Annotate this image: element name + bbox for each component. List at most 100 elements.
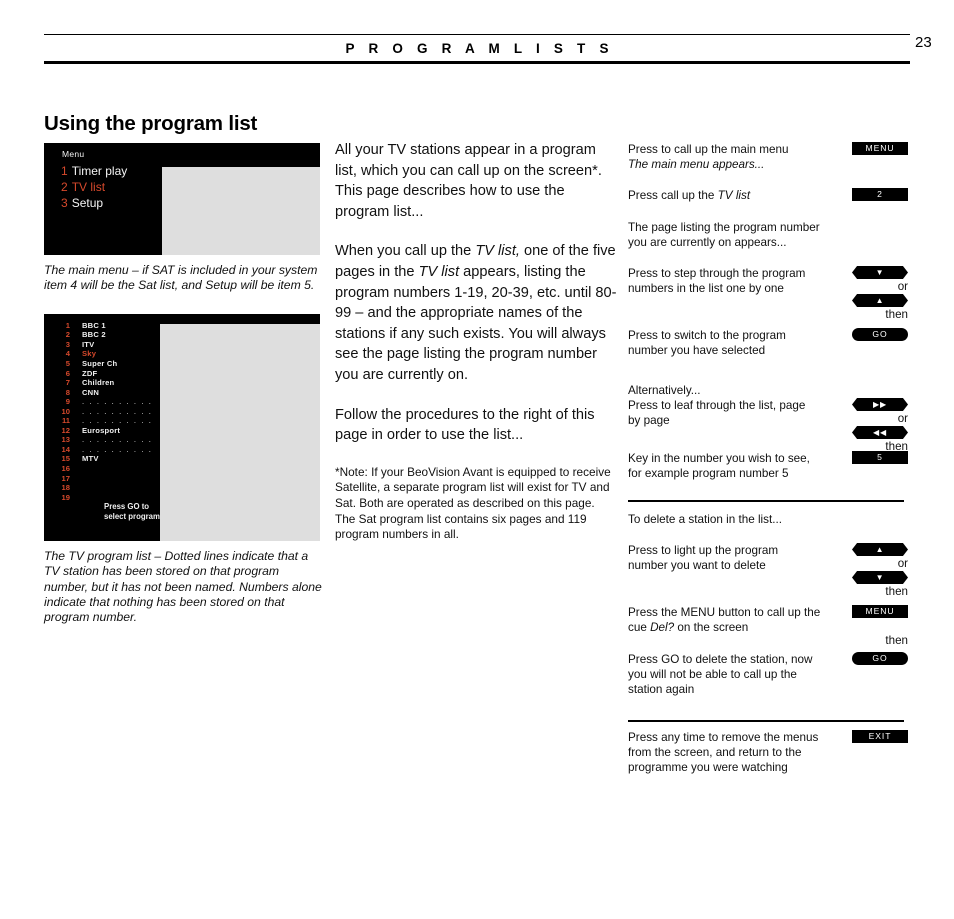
program-name: MTV bbox=[82, 454, 99, 464]
section-divider-delete bbox=[628, 500, 904, 502]
figure-main-menu: Menu 1 Timer play 2 TV list 3 Setup The mai… bbox=[44, 143, 320, 294]
program-list-row: 5 Super Ch bbox=[44, 359, 160, 369]
program-name: CNN bbox=[82, 387, 100, 397]
section-divider-exit bbox=[628, 720, 904, 722]
program-name-dots: . . . . . . . . . . bbox=[82, 444, 153, 454]
exit-button[interactable]: EXIT bbox=[852, 730, 908, 743]
connector-or: or bbox=[897, 412, 908, 425]
instruction-line-2: The main menu appears... bbox=[628, 158, 765, 172]
program-list-row: 12 Eurosport bbox=[44, 426, 160, 436]
instruction-leaf-through-list: Alternatively... Press to leaf through t… bbox=[628, 383, 910, 453]
number-2-button[interactable]: 2 bbox=[852, 188, 908, 201]
left-column: Menu 1 Timer play 2 TV list 3 Setup The mai… bbox=[44, 143, 322, 626]
program-list-row: 19 bbox=[44, 493, 160, 503]
program-name: Eurosport bbox=[82, 425, 121, 435]
instruction-text: Press the MENU button to call up the cue… bbox=[628, 605, 840, 635]
fast-forward-button[interactable]: ▶▶ bbox=[852, 398, 908, 411]
badge-column: MENU then bbox=[852, 605, 910, 648]
instruction-text: Alternatively... Press to leaf through t… bbox=[628, 383, 840, 428]
program-list-row: 3 ITV bbox=[44, 340, 160, 350]
menu-item-number: 1 bbox=[61, 164, 68, 178]
instruction-text-pre: Press call up the bbox=[628, 189, 718, 202]
arrow-down-button[interactable]: ▼ bbox=[852, 266, 908, 279]
instruction-line-1: Press to leaf through the list, page bbox=[628, 399, 806, 413]
menu-button[interactable]: MENU bbox=[852, 605, 908, 618]
program-list-row: 10 . . . . . . . . . . bbox=[44, 407, 160, 417]
instruction-line-1: Key in the number you wish to see, bbox=[628, 452, 810, 465]
instruction-text: Press any time to remove the menus from … bbox=[628, 730, 840, 775]
program-name: ZDF bbox=[82, 368, 98, 378]
program-list-row: 17 bbox=[44, 474, 160, 484]
program-number: 11 bbox=[61, 416, 70, 426]
tv-screen-program-list: 1 BBC 1 2 BBC 2 3 ITV 4 Sky 5 Super Ch 6 ZDF 7 Childr… bbox=[44, 313, 320, 541]
instruction-exit-menus: Press any time to remove the menus from … bbox=[628, 730, 910, 775]
program-number: 18 bbox=[61, 483, 70, 493]
instruction-switch-to-program: Press to switch to the program number yo… bbox=[628, 328, 910, 358]
program-number: 12 bbox=[61, 425, 70, 435]
go-button[interactable]: GO bbox=[852, 328, 908, 341]
paragraph-follow-procedures: Follow the procedures to the right of th… bbox=[335, 406, 595, 444]
program-number: 10 bbox=[61, 406, 70, 416]
paragraph-tv-list: When you call up the TV list, one of the… bbox=[335, 241, 617, 385]
program-list-rows: 1 BBC 1 2 BBC 2 3 ITV 4 Sky 5 Super Ch 6 ZDF 7 Childr… bbox=[44, 321, 160, 502]
arrow-up-button[interactable]: ▲ bbox=[852, 543, 908, 556]
instruction-line-0: Alternatively... bbox=[628, 384, 701, 397]
program-list-row: 14 . . . . . . . . . . bbox=[44, 445, 160, 455]
running-head-title: P R O G R A M L I S T S bbox=[345, 41, 614, 56]
instruction-line-2: by page bbox=[628, 414, 670, 428]
figure-program-list: 1 BBC 1 2 BBC 2 3 ITV 4 Sky 5 Super Ch 6 ZDF 7 Childr… bbox=[44, 313, 322, 626]
menu-button[interactable]: MENU bbox=[852, 142, 908, 155]
menu-item-number: 2 bbox=[61, 180, 68, 195]
para2-italic-tv-list-1: TV list, bbox=[475, 243, 520, 260]
program-number: 2 bbox=[65, 330, 70, 340]
badge-column: ▼ or ▲ then bbox=[852, 266, 910, 322]
program-list-row: 16 bbox=[44, 464, 160, 474]
program-number: 7 bbox=[65, 378, 70, 388]
program-list-row: 6 ZDF bbox=[44, 369, 160, 379]
program-name-dots: . . . . . . . . . . bbox=[82, 435, 153, 445]
program-number: 3 bbox=[65, 339, 70, 349]
number-5-button[interactable]: 5 bbox=[852, 451, 908, 464]
header-rule-bottom bbox=[44, 61, 910, 64]
instruction-text: Press to call up the main menu The main … bbox=[628, 142, 840, 172]
instruction-text-post: on the screen bbox=[674, 621, 749, 635]
instruction-text: Press call up the TV list bbox=[628, 188, 840, 203]
paragraph-intro: All your TV stations appear in a program… bbox=[335, 142, 602, 220]
instruction-line-1: Press any time to remove the menus bbox=[628, 731, 819, 744]
program-number: 16 bbox=[61, 464, 70, 474]
instruction-light-up-program: Press to light up the program number you… bbox=[628, 543, 910, 598]
figure-caption-main-menu: The main menu – if SAT is included in yo… bbox=[44, 263, 318, 293]
program-name: ITV bbox=[82, 339, 95, 349]
program-list-row: 13 . . . . . . . . . . bbox=[44, 435, 160, 445]
instruction-line-1: Press to step through the program bbox=[628, 267, 806, 280]
program-number: 19 bbox=[61, 492, 70, 502]
para2-post: appears, listing the program numbers 1-1… bbox=[335, 263, 617, 383]
page-header: P R O G R A M L I S T S bbox=[44, 34, 910, 64]
program-number: 15 bbox=[61, 454, 70, 464]
arrow-down-button[interactable]: ▼ bbox=[852, 571, 908, 584]
program-number: 8 bbox=[65, 387, 70, 397]
paragraph-footnote: *Note: If your BeoVision Avant is equipp… bbox=[335, 464, 611, 542]
instruction-line-1: The page listing the program number bbox=[628, 221, 820, 234]
program-number: 5 bbox=[65, 359, 70, 368]
program-number: 1 bbox=[65, 320, 70, 330]
badge-column: 2 bbox=[852, 188, 910, 201]
arrow-up-button[interactable]: ▲ bbox=[852, 294, 908, 307]
program-name-dots: . . . . . . . . . . bbox=[82, 397, 153, 407]
menu-item-label: Setup bbox=[71, 196, 104, 211]
program-list-row: 1 BBC 1 bbox=[44, 321, 160, 331]
page-title: Using the program list bbox=[44, 111, 258, 135]
screen-gray-panel bbox=[162, 167, 320, 255]
instruction-line-3: programme you were watching bbox=[628, 761, 788, 775]
menu-screen-label: Menu bbox=[62, 149, 85, 159]
instruction-line-2: you are currently on appears... bbox=[628, 236, 787, 250]
program-name: Children bbox=[82, 378, 115, 388]
page-number: 23 bbox=[915, 34, 932, 51]
rewind-button[interactable]: ◀◀ bbox=[852, 426, 908, 439]
instruction-line-1: Press to switch to the program bbox=[628, 329, 786, 342]
instruction-text-italic-del: Del? bbox=[650, 621, 675, 635]
instruction-line-3: station again bbox=[628, 683, 695, 697]
badge-column: GO bbox=[852, 652, 910, 665]
program-list-row: 18 bbox=[44, 483, 160, 493]
go-button[interactable]: GO bbox=[852, 652, 908, 665]
